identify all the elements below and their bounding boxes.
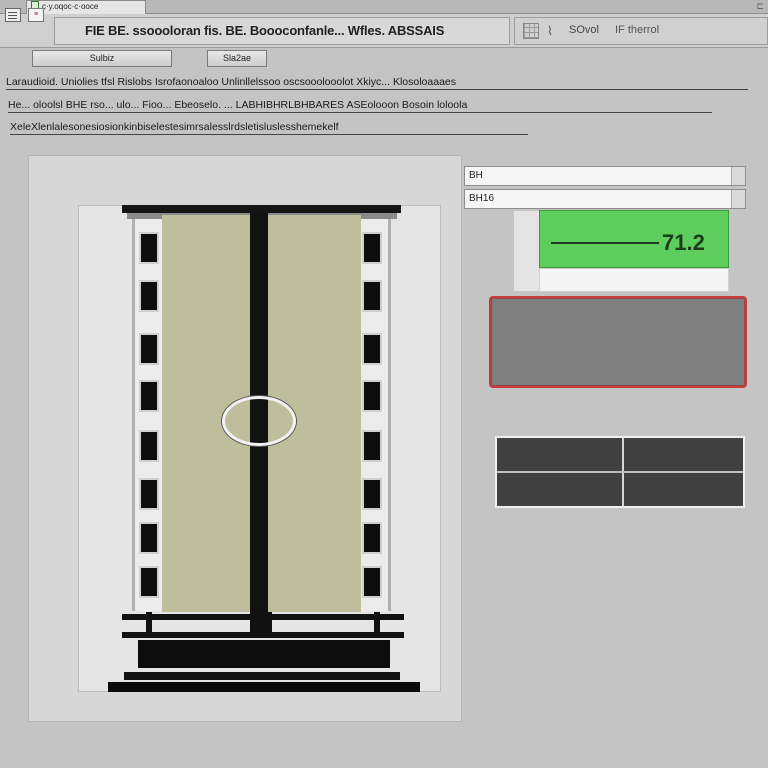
vent-slot (362, 566, 382, 598)
vent-slot (139, 478, 159, 510)
toolbar-right-panel: ⌇ SOvol IF therrol (514, 17, 768, 45)
instruction-line-1: Laraudioid. Uniolies tfsl Rislobs Isrofa… (6, 76, 748, 90)
vent-slot (139, 380, 159, 412)
instruction-line-3: XeleXlenlalesonesiosionkinbiselestesimrs… (10, 121, 528, 135)
base-post (146, 612, 152, 636)
vent-slot (362, 280, 382, 312)
parameter-field-2[interactable]: BH16 (464, 189, 746, 209)
vent-slot (139, 280, 159, 312)
cabinet-base-step (124, 672, 400, 680)
document-icon[interactable] (5, 8, 21, 22)
vent-slot (362, 232, 382, 264)
parameter-field-2-value: BH16 (469, 193, 495, 204)
base-post (255, 612, 261, 636)
vent-slot (139, 430, 159, 462)
vent-slot (139, 333, 159, 365)
alert-panel[interactable] (489, 296, 747, 388)
base-rail-upper (122, 614, 404, 620)
grid-icon[interactable] (523, 23, 539, 39)
parameter-field-1-value: BH (469, 170, 483, 181)
vent-slot (362, 380, 382, 412)
instruction-line-2: He... oloolsl BHE rso... ulo... Fioo... … (8, 99, 712, 113)
toolbar-label-2[interactable]: IF therrol (615, 24, 659, 36)
readout-value: 71.2 (662, 230, 705, 255)
cabinet-plinth (138, 640, 390, 668)
primary-button[interactable]: Sulbiz (32, 50, 172, 67)
vent-slot (362, 478, 382, 510)
document-tab[interactable]: c·y.oqoc·c·ooce (26, 0, 146, 14)
base-post (266, 612, 272, 636)
document-tab-label: c·y.oqoc·c·ooce (42, 2, 99, 11)
readout-footer (539, 268, 729, 292)
vent-slot (139, 232, 159, 264)
vent-slot (362, 430, 382, 462)
vent-slot (139, 522, 159, 554)
vent-slot (362, 522, 382, 554)
base-post (374, 612, 380, 636)
dropdown-icon[interactable] (731, 190, 745, 208)
window-controls[interactable]: ⊏ (724, 0, 768, 14)
dropdown-icon[interactable] (731, 167, 745, 185)
parameter-field-1[interactable]: BH (464, 166, 746, 186)
door-handle-ring (222, 396, 296, 446)
swatch-grid-divider-horizontal (497, 471, 743, 473)
cabinet-base-foot (108, 682, 420, 692)
page-title: FIE BE. ssoooloran fis. BE. Boooconfanle… (54, 17, 510, 45)
flag-icon[interactable]: ≡ (28, 8, 44, 22)
vent-slot (139, 566, 159, 598)
secondary-button[interactable]: Sla2ae (207, 50, 267, 67)
vent-slot (362, 333, 382, 365)
base-rail-lower (122, 632, 404, 638)
chart-icon[interactable]: ⌇ (547, 23, 561, 39)
toolbar-label-1[interactable]: SOvol (569, 24, 599, 36)
readout-indicator-line (551, 242, 659, 244)
cabinet-top (122, 205, 401, 213)
